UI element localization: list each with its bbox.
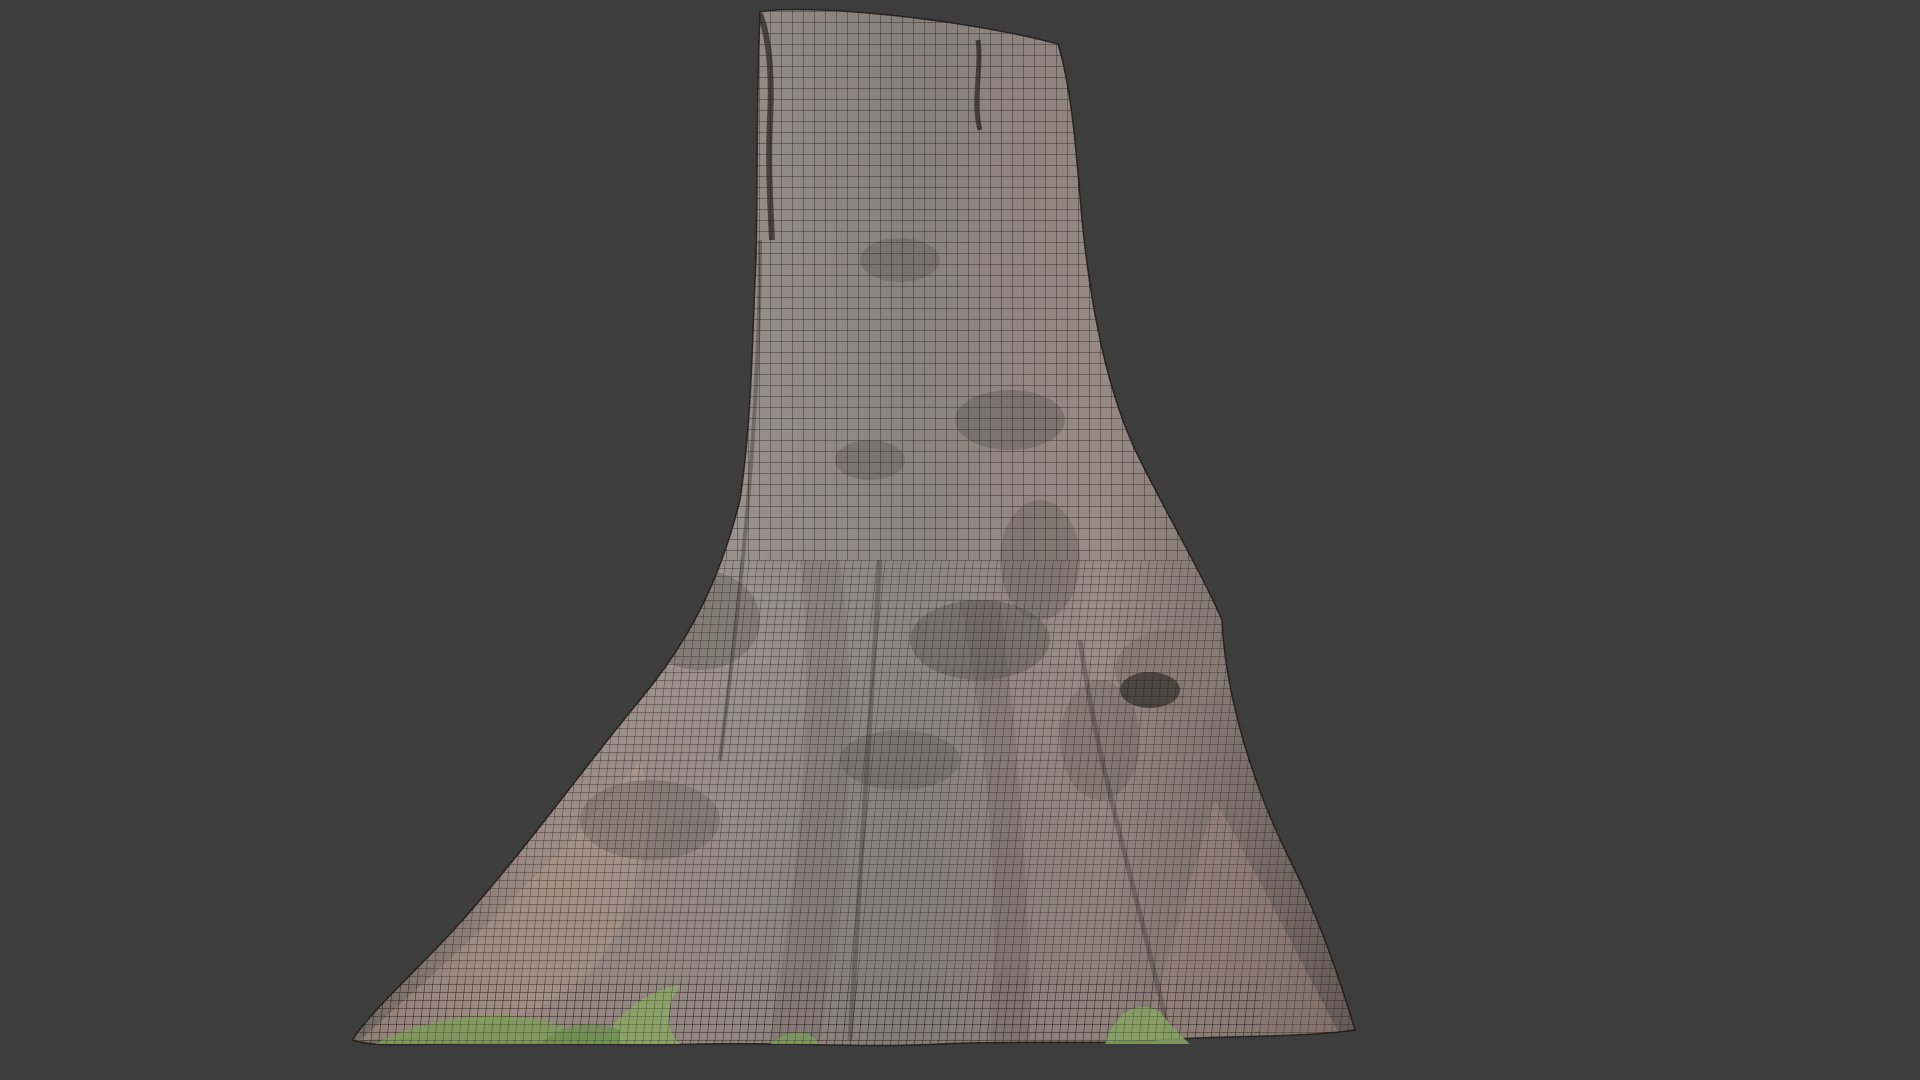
3d-viewport[interactable]: [0, 0, 1920, 1080]
moss-patches: [360, 980, 1260, 1046]
tree-stump-mesh[interactable]: [0, 0, 1920, 1080]
stump-body: [351, 8, 1356, 1047]
